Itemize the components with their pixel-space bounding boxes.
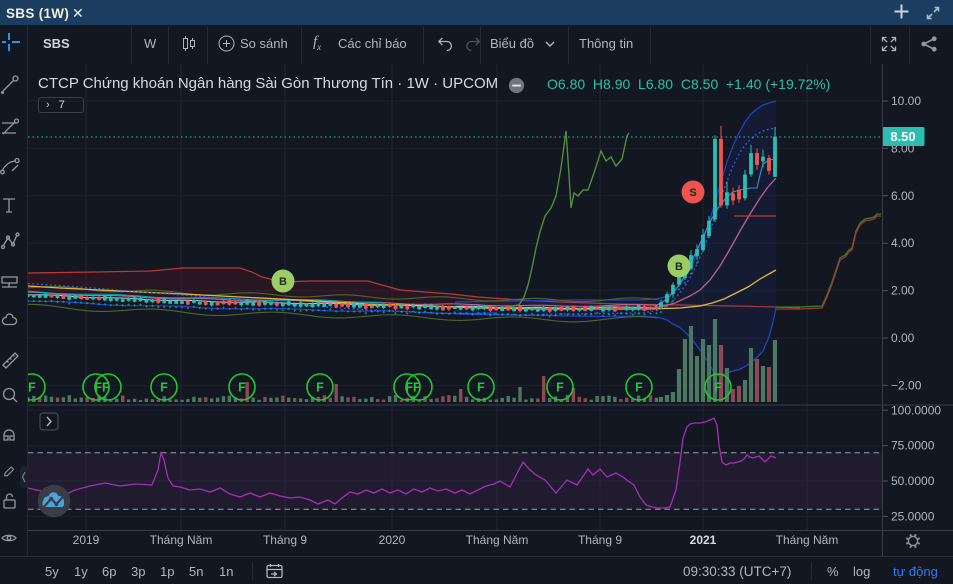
svg-text:F: F [635, 381, 643, 395]
svg-text:Tháng 9: Tháng 9 [263, 533, 307, 547]
svg-text:F: F [316, 381, 324, 395]
svg-text:F: F [714, 381, 722, 395]
svg-text:2019: 2019 [73, 533, 100, 547]
svg-text:8.50: 8.50 [890, 129, 915, 144]
svg-text:6.00: 6.00 [891, 189, 915, 203]
svg-text:25.0000: 25.0000 [891, 509, 935, 523]
svg-text:F: F [477, 381, 485, 395]
svg-text:B: B [675, 261, 683, 273]
svg-text:10.00: 10.00 [891, 94, 921, 108]
svg-text:2021: 2021 [690, 533, 717, 547]
svg-text:2.00: 2.00 [891, 284, 915, 298]
svg-text:Tháng 9: Tháng 9 [578, 533, 622, 547]
svg-text:F: F [556, 381, 564, 395]
svg-text:F: F [28, 381, 36, 395]
svg-text:75.0000: 75.0000 [891, 439, 935, 453]
svg-text:FF: FF [94, 381, 110, 395]
svg-text:Tháng Năm: Tháng Năm [466, 533, 529, 547]
svg-text:S: S [689, 187, 696, 199]
svg-text:FF: FF [405, 381, 421, 395]
svg-text:−2.00: −2.00 [891, 378, 922, 392]
svg-text:Tháng Năm: Tháng Năm [776, 533, 839, 547]
svg-text:F: F [238, 381, 246, 395]
svg-text:Tháng Năm: Tháng Năm [150, 533, 213, 547]
svg-text:B: B [279, 276, 287, 288]
svg-text:2020: 2020 [379, 533, 406, 547]
svg-text:0.00: 0.00 [891, 331, 915, 345]
svg-text:4.00: 4.00 [891, 236, 915, 250]
svg-text:50.0000: 50.0000 [891, 474, 935, 488]
svg-text:F: F [160, 381, 168, 395]
